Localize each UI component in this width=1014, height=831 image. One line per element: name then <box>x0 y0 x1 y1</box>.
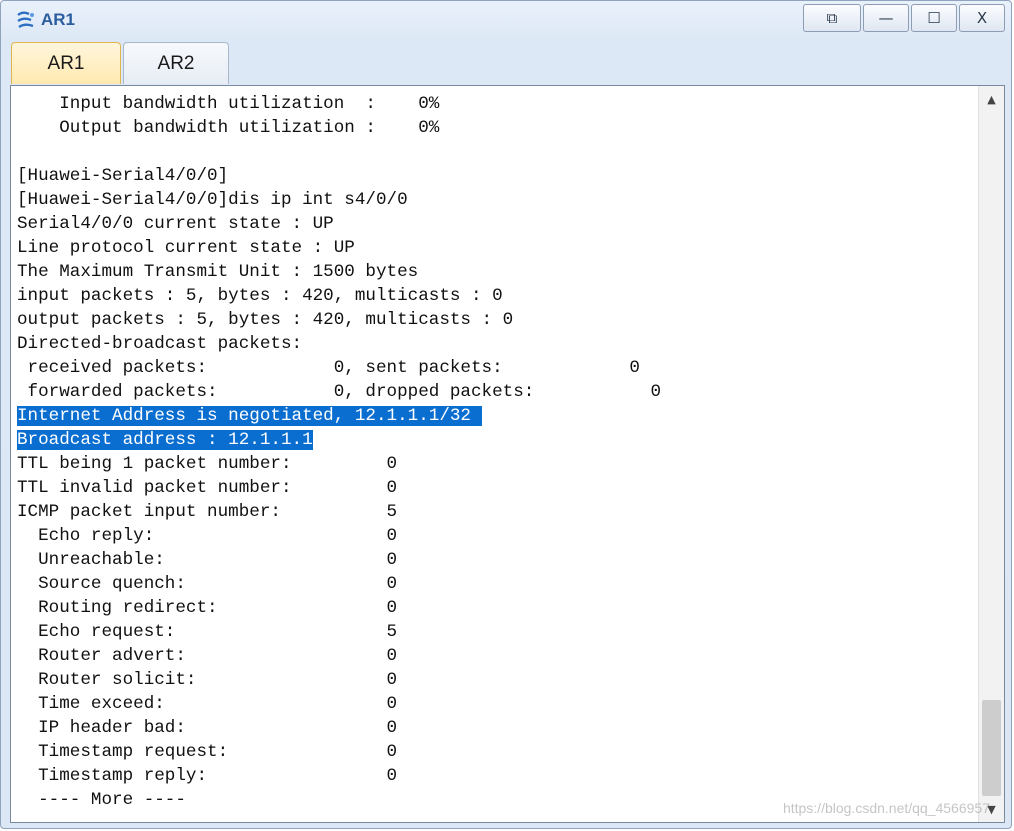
terminal-line: Routing redirect: 0 <box>17 598 398 618</box>
terminal-line: Serial4/0/0 current state : UP <box>17 214 334 234</box>
minimize-icon: — <box>878 9 894 27</box>
terminal-line: The Maximum Transmit Unit : 1500 bytes <box>17 262 419 282</box>
terminal-line: Time exceed: 0 <box>17 694 398 714</box>
terminal-line: TTL invalid packet number: 0 <box>17 478 398 498</box>
minimize-button[interactable]: — <box>863 4 909 32</box>
terminal-line: input packets : 5, bytes : 420, multicas… <box>17 286 503 306</box>
terminal-output[interactable]: Input bandwidth utilization : 0% Output … <box>17 92 974 822</box>
terminal-line: Line protocol current state : UP <box>17 238 355 258</box>
terminal-line: output packets : 5, bytes : 420, multica… <box>17 310 514 330</box>
tab-label: AR2 <box>157 52 195 74</box>
maximize-icon: ☐ <box>927 9 941 27</box>
selected-text: Internet Address is negotiated, 12.1.1.1… <box>17 406 482 426</box>
terminal-line: Timestamp request: 0 <box>17 742 398 762</box>
terminal-line: Output bandwidth utilization : 0% <box>17 118 440 138</box>
terminal-line: [Huawei-Serial4/0/0]dis ip int s4/0/0 <box>17 190 408 210</box>
terminal-line: Source quench: 0 <box>17 574 398 594</box>
selected-text: Broadcast address : 12.1.1.1 <box>17 430 313 450</box>
session-tabs: AR1 AR2 <box>11 42 229 84</box>
terminal-line: TTL being 1 packet number: 0 <box>17 454 398 474</box>
router-app-icon <box>17 11 34 29</box>
terminal-line: Router solicit: 0 <box>17 670 398 690</box>
terminal-line: Directed-broadcast packets: <box>17 334 303 354</box>
terminal-frame: Input bandwidth utilization : 0% Output … <box>10 85 1005 823</box>
terminal-line: Timestamp reply: 0 <box>17 766 398 786</box>
tab-ar2[interactable]: AR2 <box>123 42 229 84</box>
window-title: AR1 <box>41 10 76 29</box>
terminal-window: AR1 ⧉ — ☐ X AR1 AR2 Input bandwidth util… <box>0 0 1012 829</box>
terminal-line: Unreachable: 0 <box>17 550 398 570</box>
tab-ar1[interactable]: AR1 <box>11 42 121 84</box>
terminal-line: Input bandwidth utilization : 0% <box>17 94 440 114</box>
terminal-line: forwarded packets: 0, dropped packets: 0 <box>17 382 662 402</box>
terminal-line: [Huawei-Serial4/0/0] <box>17 166 229 186</box>
terminal-line: Broadcast address : 12.1.1.1 <box>17 428 974 452</box>
terminal-line: Echo reply: 0 <box>17 526 398 546</box>
scroll-thumb[interactable] <box>982 700 1001 796</box>
terminal-line: Router advert: 0 <box>17 646 398 666</box>
restore-icon: ⧉ <box>826 9 838 27</box>
close-button[interactable]: X <box>959 4 1005 32</box>
vertical-scrollbar[interactable]: ▲ ▼ <box>978 86 1004 822</box>
watermark: https://blog.csdn.net/qq_4566957 <box>782 800 990 816</box>
scroll-up-icon[interactable]: ▲ <box>979 88 1004 110</box>
terminal-line: Internet Address is negotiated, 12.1.1.1… <box>17 404 974 428</box>
tab-label: AR1 <box>47 52 85 74</box>
title-bar[interactable]: AR1 ⧉ — ☐ X <box>1 1 1011 39</box>
terminal-line: IP header bad: 0 <box>17 718 398 738</box>
restore-button[interactable]: ⧉ <box>803 4 861 32</box>
terminal-line: received packets: 0, sent packets: 0 <box>17 358 640 378</box>
terminal-line: ICMP packet input number: 5 <box>17 502 398 522</box>
terminal-line: Echo request: 5 <box>17 622 398 642</box>
window-controls: ⧉ — ☐ X <box>803 4 1005 32</box>
close-icon: X <box>976 9 988 27</box>
maximize-button[interactable]: ☐ <box>911 4 957 32</box>
